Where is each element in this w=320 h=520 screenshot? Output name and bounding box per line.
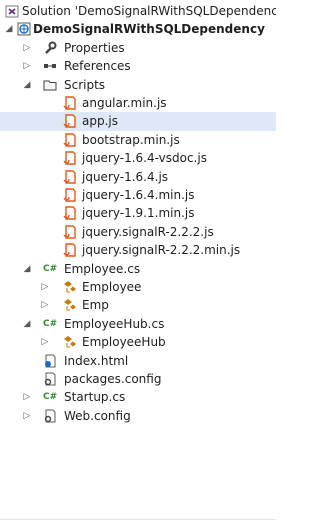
web-config-node[interactable]: ▷ Web.config	[0, 407, 276, 425]
javascript-file-icon	[63, 133, 77, 147]
script-file-label: jquery-1.9.1.min.js	[82, 206, 195, 221]
collapsed-arrow-icon[interactable]: ▷	[39, 278, 51, 296]
script-file-label: app.js	[82, 114, 118, 129]
emp-class-node[interactable]: ▷ Emp	[0, 296, 276, 314]
script-file-item[interactable]: jquery-1.9.1.min.js	[0, 204, 276, 222]
javascript-file-icon	[63, 206, 77, 221]
solution-node[interactable]: Solution 'DemoSignalRWithSQLDependency' …	[0, 2, 276, 20]
project-node[interactable]: ◢ DemoSignalRWithSQLDependency	[0, 20, 276, 38]
collapsed-arrow-icon[interactable]: ▷	[21, 407, 33, 425]
properties-node[interactable]: ▷ Properties	[0, 39, 276, 57]
scripts-label: Scripts	[64, 77, 106, 92]
employeehub-class-label: EmployeeHub	[82, 335, 166, 350]
solution-icon	[5, 4, 19, 18]
web-project-icon	[17, 22, 31, 36]
wrench-icon	[43, 41, 57, 55]
employeehub-class-node[interactable]: ▷ EmployeeHub	[0, 333, 276, 351]
javascript-file-icon	[63, 188, 77, 202]
employee-class-label: Employee	[82, 280, 142, 294]
csharp-file-icon: C#	[43, 392, 58, 403]
script-file-label: jquery-1.6.4.js	[82, 169, 169, 184]
employee-class-node[interactable]: ▷ Employee	[0, 278, 276, 296]
collapsed-arrow-icon[interactable]: ▷	[39, 296, 51, 314]
csharp-file-icon: C#	[43, 263, 58, 274]
references-icon	[43, 59, 57, 73]
collapsed-arrow-icon[interactable]: ▷	[39, 333, 51, 351]
expanded-arrow-icon[interactable]: ◢	[21, 315, 33, 333]
expanded-arrow-icon[interactable]: ◢	[21, 76, 33, 94]
class-icon	[63, 335, 77, 349]
references-node[interactable]: ▷ References	[0, 57, 276, 75]
script-file-label: jquery-1.6.4-vsdoc.js	[82, 151, 207, 166]
folder-icon	[43, 78, 57, 92]
script-file-item[interactable]: bootstrap.min.js	[0, 131, 276, 149]
script-file-item[interactable]: jquery-1.6.4-vsdoc.js	[0, 149, 276, 167]
collapsed-arrow-icon[interactable]: ▷	[21, 388, 33, 406]
project-label: DemoSignalRWithSQLDependency	[33, 22, 265, 37]
index-html-node[interactable]: Index.html	[0, 352, 276, 370]
config-file-icon	[43, 372, 57, 386]
class-icon	[63, 298, 77, 312]
javascript-file-icon	[63, 114, 77, 129]
script-file-item[interactable]: jquery.signalR-2.2.2.js	[0, 223, 276, 241]
javascript-file-icon	[63, 225, 77, 239]
script-file-item-selected[interactable]: app.js	[0, 112, 276, 131]
csharp-file-icon: C#	[43, 318, 58, 329]
expanded-arrow-icon[interactable]: ◢	[21, 260, 33, 278]
collapsed-arrow-icon[interactable]: ▷	[21, 39, 33, 57]
script-file-item[interactable]: angular.min.js	[0, 94, 276, 112]
packages-config-node[interactable]: packages.config	[0, 370, 276, 388]
javascript-file-icon	[63, 151, 77, 165]
script-file-label: jquery-1.6.4.min.js	[82, 188, 195, 202]
javascript-file-icon	[63, 169, 77, 184]
expanded-arrow-icon[interactable]: ◢	[3, 20, 15, 38]
web-config-label: Web.config	[64, 408, 131, 423]
scripts-folder-node[interactable]: ◢ Scripts	[0, 76, 276, 94]
employeehub-cs-label: EmployeeHub.cs	[64, 316, 165, 331]
emp-class-label: Emp	[82, 298, 109, 313]
startup-cs-node[interactable]: ▷ C# Startup.cs	[0, 388, 276, 406]
script-file-item[interactable]: jquery.signalR-2.2.2.min.js	[0, 241, 276, 259]
employee-cs-label: Employee.cs	[64, 261, 141, 276]
script-file-item[interactable]: jquery-1.6.4.js	[0, 168, 276, 186]
script-file-label: bootstrap.min.js	[82, 132, 180, 147]
script-file-item[interactable]: jquery-1.6.4.min.js	[0, 186, 276, 204]
class-icon	[63, 280, 77, 294]
html-file-icon	[43, 354, 57, 368]
employeehub-cs-node[interactable]: ◢ C# EmployeeHub.cs	[0, 315, 276, 333]
packages-config-label: packages.config	[64, 372, 162, 386]
references-label: References	[64, 59, 131, 74]
script-file-label: angular.min.js	[82, 96, 167, 110]
solution-label: Solution 'DemoSignalRWithSQLDependency' …	[22, 4, 276, 18]
javascript-file-icon	[63, 96, 77, 110]
config-file-icon	[43, 409, 57, 423]
startup-cs-label: Startup.cs	[64, 390, 126, 405]
collapsed-arrow-icon[interactable]: ▷	[21, 57, 33, 75]
script-file-label: jquery.signalR-2.2.2.js	[82, 224, 214, 239]
javascript-file-icon	[63, 243, 77, 257]
index-html-label: Index.html	[64, 353, 129, 368]
employee-cs-node[interactable]: ◢ C# Employee.cs	[0, 260, 276, 278]
script-file-label: jquery.signalR-2.2.2.min.js	[82, 243, 241, 258]
properties-label: Properties	[64, 40, 125, 55]
